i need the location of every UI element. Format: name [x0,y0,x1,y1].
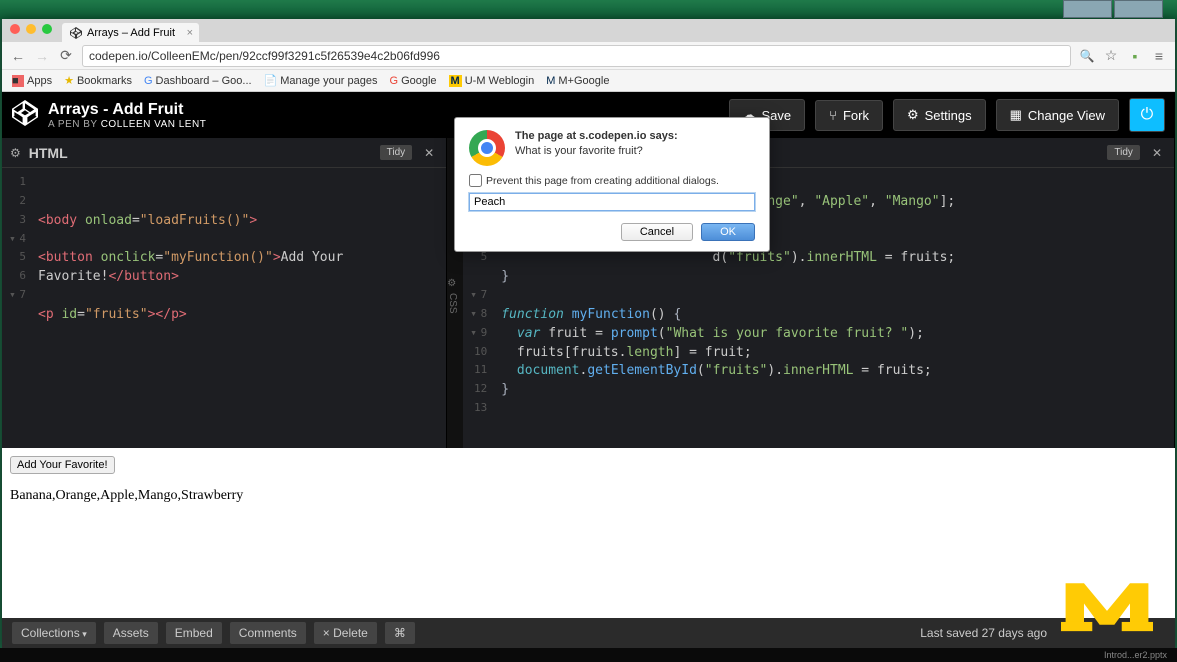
fruits-output: Banana,Orange,Apple,Mango,Strawberry [10,488,1167,504]
html-tidy-button[interactable]: Tidy [380,145,413,160]
dialog-ok-button[interactable]: OK [701,223,755,241]
desktop-menubar [0,0,1177,19]
html-settings-icon[interactable]: ⚙ [10,146,21,160]
back-icon[interactable]: ← [10,48,26,64]
gear-icon: ⚙ [907,107,919,123]
power-icon: ⏻ [1141,106,1154,124]
js-close-icon[interactable]: ✕ [1148,146,1166,160]
javascript-prompt-dialog: The page at s.codepen.io says: What is y… [454,117,770,252]
dialog-cancel-button[interactable]: Cancel [621,223,693,241]
reload-icon[interactable]: ⟳ [58,47,74,64]
dialog-title: The page at s.codepen.io says: [515,130,755,142]
html-panel-title: HTML [29,145,372,161]
settings-button[interactable]: ⚙Settings [893,99,986,131]
change-view-button[interactable]: ▦Change View [996,99,1119,131]
layout-icon: ▦ [1010,107,1022,123]
bookmark-google[interactable]: GGoogle [390,75,437,87]
html-code-lines: <body onload="loadFruits()"> <button onc… [32,168,343,448]
prompt-input[interactable] [469,193,755,211]
js-tidy-button[interactable]: Tidy [1107,145,1140,160]
tab-title: Arrays – Add Fruit [87,27,175,39]
window-close-icon[interactable] [10,24,20,34]
search-icon[interactable]: 🔍 [1079,49,1095,63]
fork-button[interactable]: ⑂Fork [815,100,883,131]
bookmark-dashboard[interactable]: GDashboard – Goo... [144,75,252,87]
dialog-message: What is your favorite fruit? [515,145,755,157]
gutter: 123▾456▾7 [2,168,32,448]
fork-icon: ⑂ [829,108,837,123]
browser-window: Arrays – Add Fruit × ← → ⟳ codepen.io/Co… [2,19,1175,648]
desktop-taskbar: Introd...er2.pptx [0,648,1177,662]
address-bar: ← → ⟳ codepen.io/ColleenEMc/pen/92ccf99f… [2,42,1175,70]
taskbar-item[interactable]: Introd...er2.pptx [1104,650,1167,660]
bookmark-umweblogin[interactable]: MU-M Weblogin [449,75,535,87]
author-link[interactable]: Colleen van Lent [101,119,207,130]
browser-tab[interactable]: Arrays – Add Fruit × [62,23,199,42]
bookmarks-folder[interactable]: ★Bookmarks [64,74,132,87]
michigan-logo-icon [1061,574,1153,634]
window-preview-thumbs [1063,0,1163,18]
apps-bookmark[interactable]: ■Apps [12,75,52,87]
assets-button[interactable]: Assets [104,622,158,644]
extension-icon[interactable]: ▪ [1127,48,1143,64]
html-editor-panel: ⚙ HTML Tidy ✕ 123▾456▾7 <body onload="lo… [2,138,447,448]
add-favorite-button[interactable]: Add Your Favorite! [10,456,115,474]
shortcuts-button[interactable]: ⌘ [385,622,415,644]
prevent-dialogs-checkbox[interactable]: Prevent this page from creating addition… [469,174,755,187]
forward-icon[interactable]: → [34,48,50,64]
menu-icon[interactable]: ≡ [1151,48,1167,64]
html-code-editor[interactable]: 123▾456▾7 <body onload="loadFruits()"> <… [2,168,446,448]
css-label: CSS [447,293,458,314]
codepen-logo-icon[interactable] [12,100,38,131]
pen-title: Arrays - Add Fruit [48,101,719,119]
star-icon[interactable]: ☆ [1103,47,1119,64]
window-minimize-icon[interactable] [26,24,36,34]
bookmark-manage[interactable]: 📄Manage your pages [264,74,378,87]
logout-button[interactable]: ⏻ [1129,98,1165,132]
css-settings-icon[interactable]: ⚙ [447,278,456,289]
url-input[interactable]: codepen.io/ColleenEMc/pen/92ccf99f3291c5… [82,45,1071,67]
bookmark-mgoogle[interactable]: MM+Google [546,75,609,87]
html-close-icon[interactable]: ✕ [420,146,438,160]
delete-button[interactable]: × Delete [314,622,377,644]
window-zoom-icon[interactable] [42,24,52,34]
chrome-icon [469,130,505,166]
bookmarks-bar: ■Apps ★Bookmarks GDashboard – Goo... 📄Ma… [2,70,1175,92]
collections-button[interactable]: Collections [12,622,96,644]
result-pane: Add Your Favorite! Banana,Orange,Apple,M… [2,448,1175,618]
embed-button[interactable]: Embed [166,622,222,644]
codepen-footer: Collections Assets Embed Comments × Dele… [2,618,1175,648]
tab-close-icon[interactable]: × [187,27,193,39]
comments-button[interactable]: Comments [230,622,306,644]
prevent-checkbox-input[interactable] [469,174,482,187]
last-saved-text: Last saved 27 days ago [920,626,1047,640]
tab-strip: Arrays – Add Fruit × [2,19,1175,42]
codepen-icon [70,27,82,39]
